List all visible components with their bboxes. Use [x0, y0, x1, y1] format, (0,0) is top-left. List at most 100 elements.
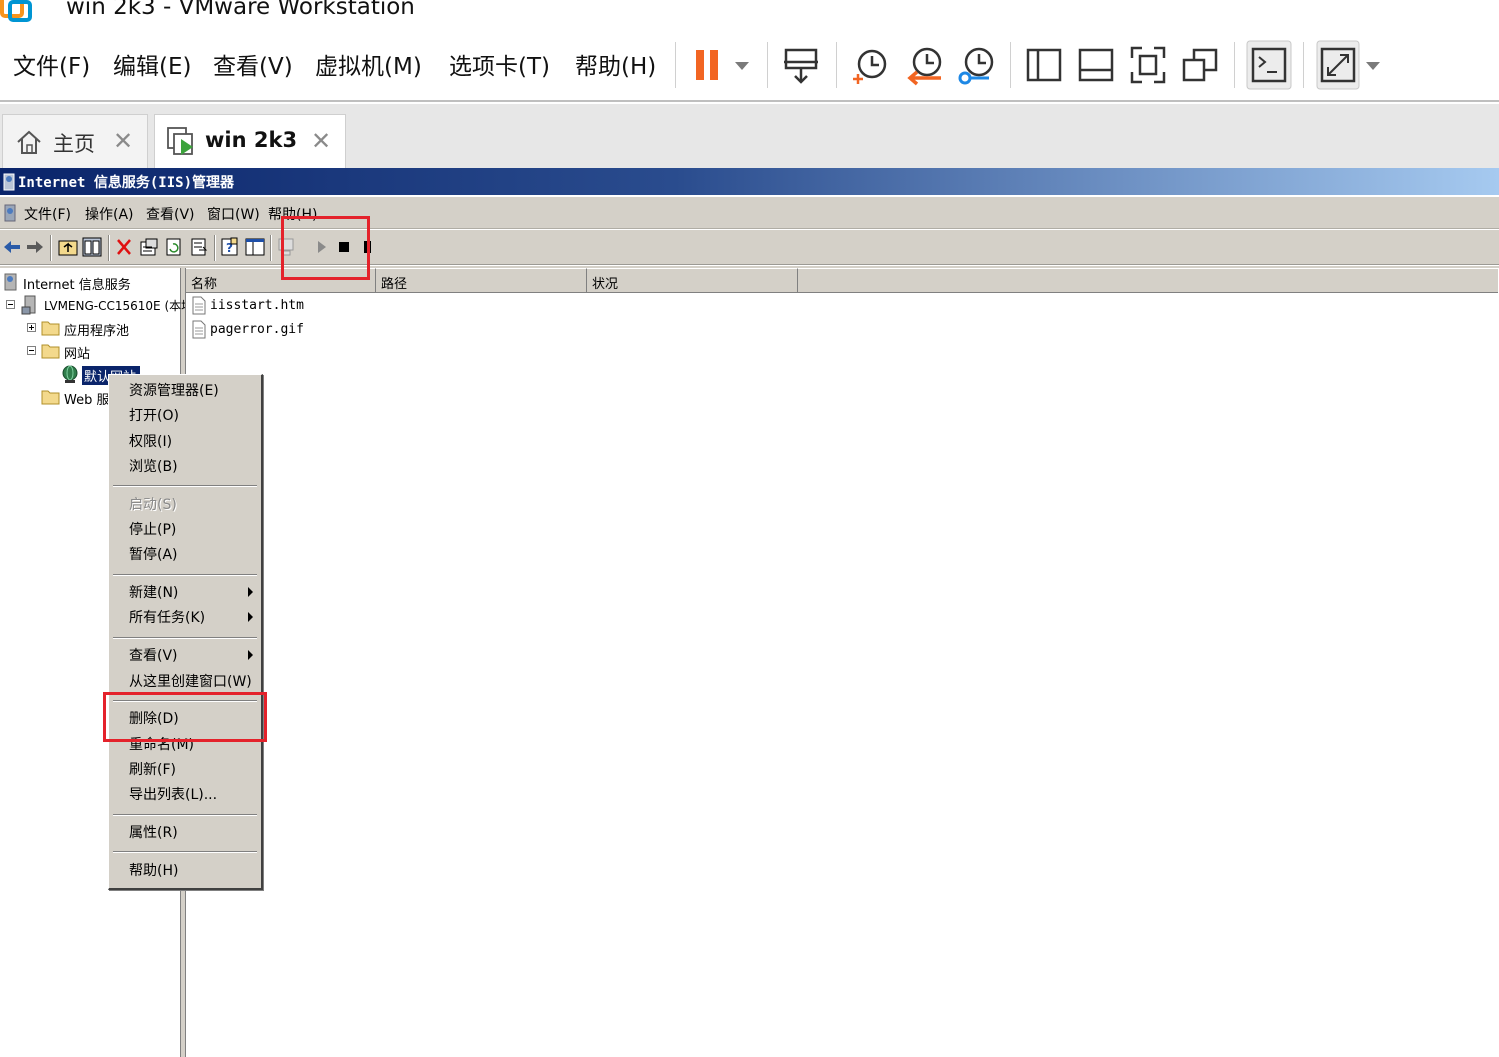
iis-menu-action[interactable]: 操作(A) — [85, 204, 134, 224]
document-icon — [192, 296, 206, 315]
folder-icon — [41, 321, 60, 336]
ctx-item-刷新[interactable]: 刷新(F) — [129, 759, 176, 779]
context-menu: 资源管理器(E) 打开(O) 权限(I) 浏览(B) 启动(S) 停止(P) 暂停(A) 新建… — [108, 374, 263, 890]
ctx-item-属性[interactable]: 属性(R) — [129, 822, 178, 842]
toolbar-separator — [675, 42, 676, 88]
ctx-item-新建[interactable]: 新建(N) — [129, 582, 178, 602]
vmware-menubar: 文件(F) 编辑(E) 查看(V) 虚拟机(M) 选项卡(T) 帮助(H) — [0, 30, 1499, 102]
document-icon — [192, 320, 206, 339]
snapshot-revert-icon[interactable] — [903, 40, 945, 90]
menu-separator — [113, 636, 257, 639]
annotation-highlight — [103, 692, 267, 742]
ctx-item-资源管理器[interactable]: 资源管理器(E) — [129, 380, 219, 400]
console-icon[interactable] — [1246, 40, 1292, 90]
ctx-item-导出列表[interactable]: 导出列表(L)... — [129, 784, 217, 804]
column-path[interactable]: 路径 — [376, 268, 587, 293]
globe-icon — [62, 365, 78, 383]
menu-edit[interactable]: 编辑(E) — [113, 47, 191, 81]
folder-open-icon — [41, 344, 60, 359]
menu-separator — [113, 813, 257, 816]
submenu-arrow-icon — [248, 650, 253, 661]
tab-win2k3-label: win 2k3 — [205, 128, 298, 152]
toolbar-separator — [1010, 42, 1011, 88]
vmware-title-bar: win 2k3 - VMware Workstation — [0, 0, 1499, 30]
export-list-icon[interactable] — [189, 237, 209, 257]
file-name: pagerror.gif — [210, 322, 304, 337]
show-hide-tree-icon[interactable] — [82, 237, 102, 257]
vmware-logo-icon — [0, 0, 32, 22]
ctx-item-停止[interactable]: 停止(P) — [129, 519, 176, 539]
toolbar-separator — [836, 42, 837, 88]
dropdown-icon — [735, 62, 749, 70]
close-icon[interactable]: ✕ — [113, 127, 133, 155]
ctx-item-启动: 启动(S) — [129, 496, 177, 513]
view-sidebar-icon[interactable] — [1024, 40, 1064, 90]
submenu-arrow-icon — [248, 612, 253, 623]
tree-app-pools-label[interactable]: 应用程序池 — [64, 320, 129, 339]
collapse-icon[interactable] — [6, 300, 15, 309]
back-arrow-icon[interactable] — [2, 237, 22, 257]
ctx-item-浏览[interactable]: 浏览(B) — [129, 456, 178, 476]
unity-icon[interactable] — [1180, 40, 1220, 90]
snapshot-manager-icon[interactable] — [955, 40, 997, 90]
expand-icon[interactable] — [27, 323, 36, 332]
fullscreen-icon[interactable] — [1128, 40, 1168, 90]
tree-websites-label[interactable]: 网站 — [64, 343, 90, 362]
ctx-item-查看[interactable]: 查看(V) — [129, 645, 178, 665]
iis-toolbar: ? — [0, 230, 1499, 265]
tab-home[interactable]: 主页 ✕ — [2, 114, 148, 168]
iis-menu-view[interactable]: 查看(V) — [146, 204, 195, 224]
iis-title-bar: Internet 信息服务(IIS)管理器 — [0, 168, 1499, 195]
dropdown-icon — [1366, 62, 1380, 70]
iis-app-icon — [3, 173, 15, 191]
column-filler — [798, 268, 1498, 293]
list-item[interactable]: iisstart.htm — [190, 296, 304, 316]
iis-menubar: 文件(F) 操作(A) 查看(V) 窗口(W) 帮助(H) — [0, 197, 1499, 229]
folder-icon — [41, 390, 60, 405]
home-icon — [17, 130, 41, 154]
menu-view[interactable]: 查看(V) — [213, 47, 293, 81]
column-status[interactable]: 状况 — [587, 268, 798, 293]
iis-window-title: Internet 信息服务(IIS)管理器 — [18, 175, 235, 191]
pause-icon[interactable] — [690, 40, 750, 90]
menu-file[interactable]: 文件(F) — [13, 47, 90, 81]
list-item[interactable]: pagerror.gif — [190, 320, 304, 340]
toolbar-separator — [1234, 42, 1235, 88]
tree-web-ext-label[interactable]: Web 服务 — [64, 389, 109, 408]
view-thumbnail-icon[interactable] — [1076, 40, 1116, 90]
toolbar-separator — [1303, 42, 1304, 88]
toolbar-separator — [767, 42, 768, 88]
up-folder-icon[interactable] — [58, 237, 78, 257]
tree-root-label[interactable]: Internet 信息服务 — [23, 274, 131, 293]
ctx-item-从这里创建窗口[interactable]: 从这里创建窗口(W) — [129, 671, 252, 691]
refresh-icon[interactable] — [164, 237, 184, 257]
menu-help[interactable]: 帮助(H) — [575, 47, 656, 81]
ctx-item-权限[interactable]: 权限(I) — [129, 431, 172, 451]
menu-vm[interactable]: 虚拟机(M) — [315, 47, 422, 81]
menu-tabs[interactable]: 选项卡(T) — [449, 47, 550, 81]
console-tree-icon[interactable] — [245, 237, 265, 257]
snapshot-take-icon[interactable] — [850, 40, 892, 90]
close-icon[interactable]: ✕ — [311, 127, 331, 155]
send-ctrl-alt-del-icon[interactable] — [780, 40, 824, 90]
menu-separator — [113, 485, 257, 488]
ctx-item-暂停[interactable]: 暂停(A) — [129, 544, 178, 564]
menu-separator — [113, 573, 257, 576]
delete-icon[interactable] — [114, 237, 134, 257]
tab-home-label: 主页 — [53, 132, 95, 156]
forward-arrow-icon[interactable] — [25, 237, 45, 257]
vmware-tab-bar: 主页 ✕ win 2k3 ✕ — [0, 104, 1499, 168]
iis-menu-file[interactable]: 文件(F) — [24, 204, 71, 224]
ctx-item-帮助[interactable]: 帮助(H) — [129, 860, 178, 880]
tree-server-label[interactable]: LVMENG-CC15610E (本地计 — [44, 297, 205, 314]
collapse-icon[interactable] — [27, 346, 36, 355]
submenu-arrow-icon — [248, 587, 253, 598]
stretch-icon[interactable] — [1316, 40, 1384, 90]
help-icon[interactable]: ? — [220, 237, 240, 257]
properties-icon[interactable] — [139, 237, 159, 257]
ctx-item-所有任务[interactable]: 所有任务(K) — [129, 607, 205, 627]
tab-win2k3[interactable]: win 2k3 ✕ — [154, 114, 346, 168]
iis-menu-window[interactable]: 窗口(W) — [207, 204, 260, 224]
ctx-item-打开[interactable]: 打开(O) — [129, 405, 179, 425]
vm-running-icon — [167, 127, 193, 155]
